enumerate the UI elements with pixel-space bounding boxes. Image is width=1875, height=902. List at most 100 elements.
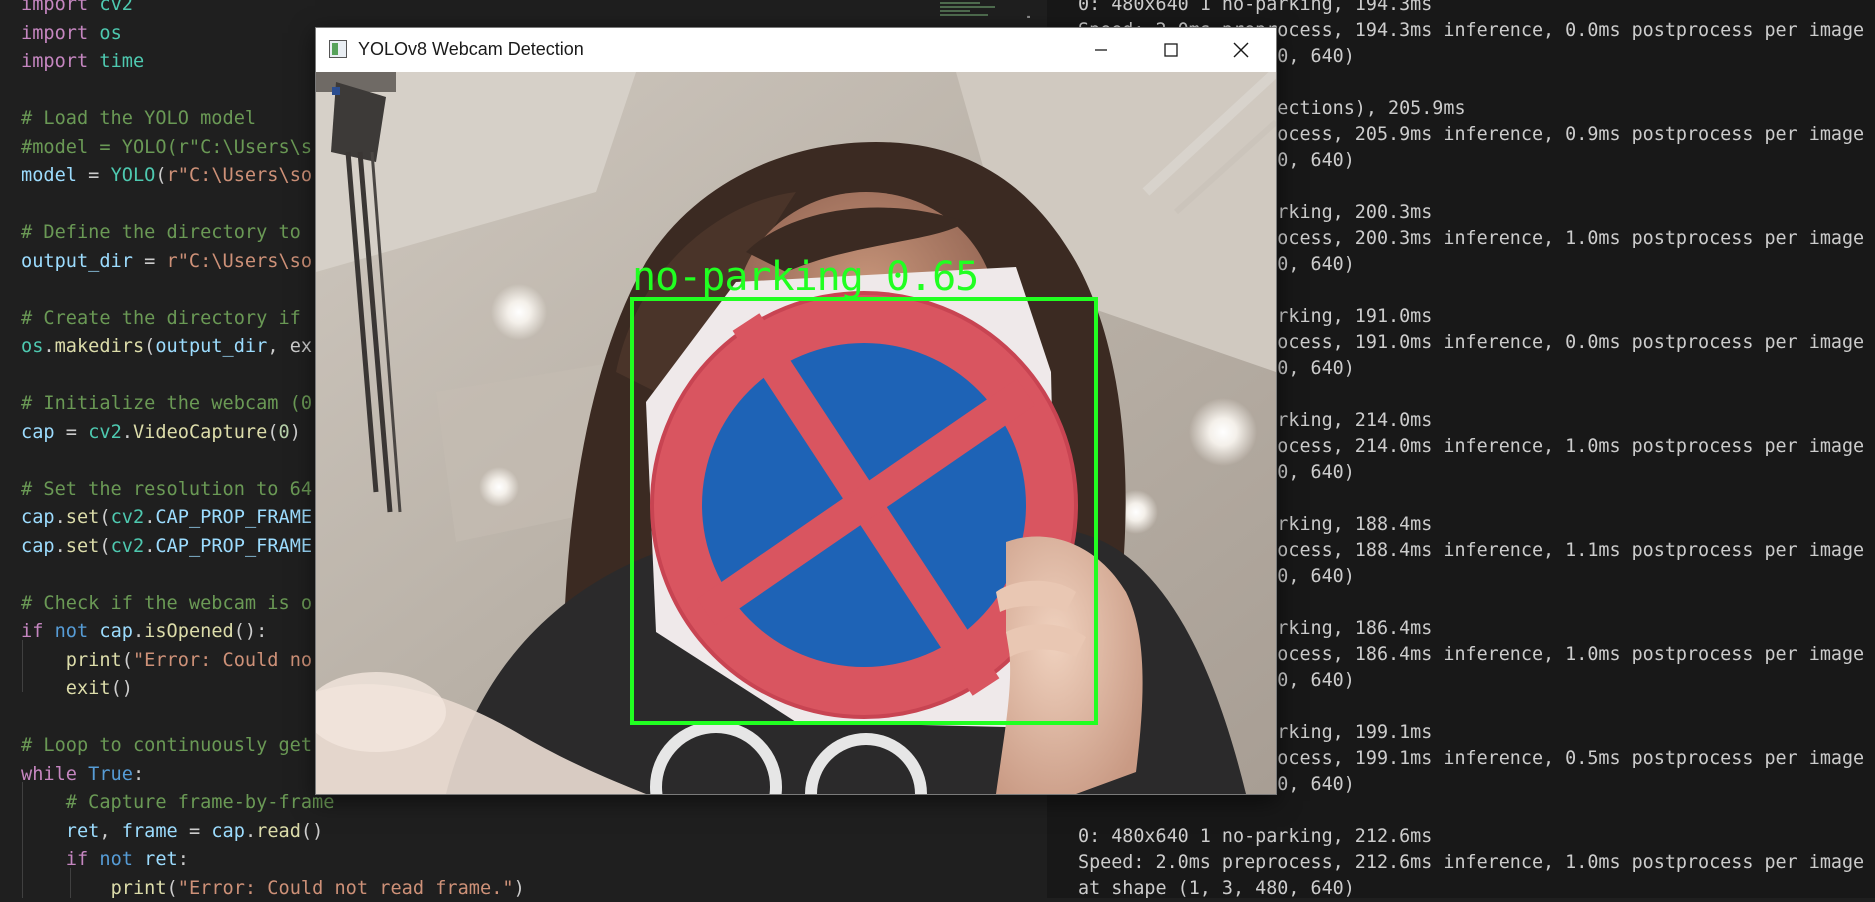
code-token: not	[99, 849, 145, 870]
code-token: isOpened	[144, 621, 234, 642]
code-token: .	[144, 535, 156, 557]
code-token: # Set the resolution to 64	[21, 478, 313, 500]
code-token: =	[132, 250, 167, 272]
code-token: output_dir	[155, 336, 268, 357]
code-token: # Check if the webcam is o	[21, 592, 313, 614]
code-token: True	[88, 763, 133, 785]
minimize-button[interactable]	[1066, 28, 1136, 72]
detection-label: no-parking 0.65	[632, 254, 979, 300]
code-token: set	[65, 535, 100, 557]
close-button[interactable]	[1206, 28, 1276, 72]
code-token: CAP_PROP_FRAME	[155, 535, 313, 557]
code-line[interactable]: if not cap.isOpened():	[21, 618, 267, 647]
code-line[interactable]: # Define the directory to	[21, 219, 301, 248]
terminal-line: Speed: 2.0ms preprocess, 212.6ms inferen…	[1078, 852, 1865, 873]
webcam-image	[316, 72, 1276, 794]
code-line[interactable]: cap.set(cv2.CAP_PROP_FRAME	[21, 533, 312, 562]
code-token: (	[267, 421, 279, 443]
code-token: =	[54, 421, 89, 443]
code-token: :	[177, 849, 189, 870]
code-line[interactable]: model = YOLO(r"C:\Users\so	[21, 162, 312, 191]
code-line[interactable]: import os	[21, 20, 122, 49]
code-token: set	[65, 507, 100, 528]
code-line[interactable]: print("Error: Could not read frame.")	[21, 875, 525, 899]
code-token: time	[99, 51, 145, 72]
code-token: read	[256, 820, 301, 842]
code-token: r"C:\Users\so	[166, 165, 313, 186]
code-line[interactable]: output_dir = r"C:\Users\so	[21, 248, 312, 277]
opencv-window[interactable]: YOLOv8 Webcam Detection no-parking 0.65	[315, 27, 1277, 795]
code-token: ret	[65, 820, 100, 842]
code-token: cap	[21, 421, 55, 443]
code-token: import	[21, 0, 100, 15]
minimap[interactable]	[940, 0, 1005, 28]
code-token: .	[43, 336, 55, 357]
code-line[interactable]: import time	[21, 48, 144, 77]
code-token: if	[21, 621, 55, 642]
code-token: (	[144, 336, 156, 357]
webcam-frame[interactable]: no-parking 0.65	[316, 72, 1276, 794]
code-token: ():	[233, 621, 268, 642]
code-line[interactable]: # Load the YOLO model	[21, 105, 256, 134]
code-token: # Initialize the webcam (0	[21, 393, 313, 414]
maximize-button[interactable]	[1136, 28, 1206, 72]
code-token: (	[99, 535, 111, 557]
code-line[interactable]: # Initialize the webcam (0	[21, 390, 312, 419]
code-token: =	[177, 820, 212, 842]
code-token: os	[99, 22, 122, 44]
code-line[interactable]: # Capture frame-by-frame	[21, 789, 335, 818]
code-token: =	[76, 165, 111, 186]
code-token: cap	[21, 535, 55, 557]
opencv-window-icon	[329, 40, 347, 58]
code-token: ()	[110, 678, 133, 699]
code-line[interactable]: if not ret:	[21, 846, 189, 875]
code-token: ,	[99, 820, 122, 842]
window-titlebar[interactable]: YOLOv8 Webcam Detection	[316, 28, 1276, 72]
code-line[interactable]: ret, frame = cap.read()	[21, 818, 324, 847]
code-token: .	[121, 421, 133, 443]
code-token: cv2	[88, 421, 122, 443]
code-line[interactable]: exit()	[21, 675, 133, 704]
code-line[interactable]: # Loop to continuously get	[21, 732, 312, 761]
code-line[interactable]: print("Error: Could no	[21, 647, 312, 676]
code-token: import	[21, 22, 100, 44]
code-line[interactable]: cap.set(cv2.CAP_PROP_FRAME	[21, 504, 312, 533]
indent-guide	[70, 868, 71, 898]
code-token: exit	[65, 678, 111, 699]
minimize-icon	[1095, 49, 1107, 51]
code-token: .	[144, 507, 156, 528]
code-line[interactable]: while True:	[21, 761, 144, 790]
code-line[interactable]: cap = cv2.VideoCapture(0)	[21, 419, 301, 448]
code-line[interactable]: #model = YOLO(r"C:\Users\s	[21, 134, 312, 163]
code-token: (	[166, 877, 178, 899]
code-token: .	[244, 820, 257, 842]
indent-guide	[22, 782, 23, 898]
code-token: VideoCapture	[132, 421, 268, 443]
code-token: cv2	[99, 0, 133, 15]
code-token: # Capture frame-by-frame	[65, 792, 335, 813]
code-line[interactable]: # Create the directory if	[21, 305, 301, 334]
code-token: YOLO	[110, 165, 156, 186]
code-line[interactable]: import cv2	[21, 0, 133, 20]
code-token: # Create the directory if	[21, 307, 301, 329]
code-token: while	[21, 763, 89, 785]
code-line[interactable]: # Check if the webcam is o	[21, 590, 312, 619]
terminal-line: at shape (1, 3, 480, 640)	[1078, 878, 1355, 899]
code-token: .	[132, 621, 145, 642]
code-token: .	[54, 507, 66, 528]
code-token: if	[65, 849, 100, 870]
code-token: #model = YOLO(r"C:\Users\s	[21, 136, 313, 158]
code-token: os	[21, 336, 44, 357]
code-token: cap	[21, 507, 55, 528]
code-token: import	[21, 51, 100, 72]
code-line[interactable]: os.makedirs(output_dir, ex	[21, 333, 312, 362]
terminal-line: 0: 480x640 1 no-parking, 212.6ms	[1078, 826, 1433, 847]
code-token: .	[54, 535, 66, 557]
code-token: print	[110, 877, 167, 899]
code-token: frame	[121, 820, 178, 842]
code-token: r"C:\Users\so	[166, 250, 313, 272]
code-line[interactable]: # Set the resolution to 64	[21, 476, 312, 505]
code-token: not	[54, 621, 100, 642]
